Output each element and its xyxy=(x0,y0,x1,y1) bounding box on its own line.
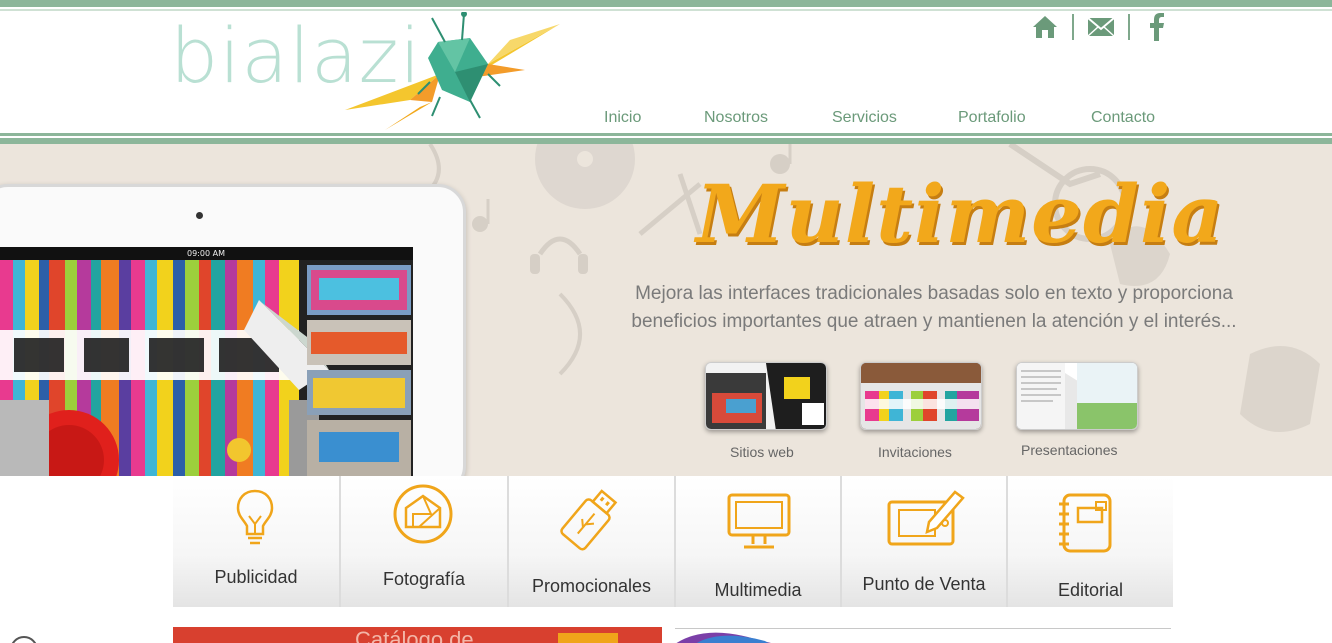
thumb-label-sitios-web[interactable]: Sitios web xyxy=(730,444,794,460)
icon-separator xyxy=(1128,14,1130,40)
hero-description: Mejora las interfaces tradicionales basa… xyxy=(596,280,1272,336)
nav-portafolio[interactable]: Portafolio xyxy=(958,109,1026,127)
service-label: Editorial xyxy=(1057,580,1124,600)
right-banner-graphic xyxy=(676,632,771,643)
nav-bar-line xyxy=(0,133,1332,136)
tablet-status-bar: 09:00 AM xyxy=(0,247,413,260)
service-label: Promocionales xyxy=(531,576,652,596)
home-icon[interactable] xyxy=(1030,12,1060,42)
service-publicidad[interactable]: Publicidad xyxy=(173,476,341,607)
tablet-screen: 09:00 AM xyxy=(0,247,413,476)
catalog-banner[interactable]: Catálogo de xyxy=(173,627,662,643)
page: bialazi Inicio Nosotros Servicios Portaf… xyxy=(0,0,1332,643)
hero-description-line-1: Mejora las interfaces tradicionales basa… xyxy=(635,283,1233,304)
notebook-icon xyxy=(1059,493,1112,553)
hero-description-line-2: beneficios importantes que atraen y mant… xyxy=(631,311,1237,332)
nav-servicios[interactable]: Servicios xyxy=(832,109,897,127)
camera-aperture-icon xyxy=(393,484,453,544)
service-multimedia[interactable]: Multimedia xyxy=(676,476,842,607)
hero-title: Multimedia xyxy=(696,167,1225,261)
presentaciones-thumbnail xyxy=(1017,363,1137,429)
beetle-logo-icon xyxy=(345,12,560,130)
corner-widget[interactable] xyxy=(10,636,38,643)
services-bar: Publicidad Fotografía Promocionales Mult… xyxy=(173,476,1173,607)
thumb-presentaciones[interactable] xyxy=(1016,362,1138,430)
service-punto-de-venta[interactable]: Punto de Venta xyxy=(842,476,1008,607)
service-label: Punto de Venta xyxy=(862,574,986,594)
nav-nosotros[interactable]: Nosotros xyxy=(704,109,768,127)
tablet-pen-icon xyxy=(887,490,965,546)
catalog-banner-graphic xyxy=(558,633,618,643)
icon-separator xyxy=(1072,14,1074,40)
tablet-mockup: 09:00 AM xyxy=(0,184,466,476)
header-top-line xyxy=(0,0,1332,7)
nav-inicio[interactable]: Inicio xyxy=(604,109,641,127)
right-banner[interactable] xyxy=(675,628,1171,643)
invitaciones-thumbnail xyxy=(861,363,981,429)
service-editorial[interactable]: Editorial xyxy=(1008,476,1173,607)
facebook-icon[interactable] xyxy=(1142,12,1172,42)
hero-banner: 09:00 AM Multimedia Mejora las interface… xyxy=(0,144,1332,476)
tablet-camera xyxy=(196,212,203,219)
service-promocionales[interactable]: Promocionales xyxy=(509,476,676,607)
mail-icon[interactable] xyxy=(1086,12,1116,42)
thumb-label-presentaciones[interactable]: Presentaciones xyxy=(1021,442,1118,458)
sitios-web-thumbnail xyxy=(706,363,826,429)
lightbulb-icon xyxy=(236,489,274,545)
service-label: Publicidad xyxy=(214,567,298,587)
nav-contacto[interactable]: Contacto xyxy=(1091,109,1155,127)
magazine-artwork xyxy=(0,260,411,476)
thumb-sitios-web[interactable] xyxy=(705,362,827,430)
usb-drive-icon xyxy=(560,489,618,551)
service-label: Fotografía xyxy=(382,569,466,589)
social-icons xyxy=(1030,12,1172,42)
thumb-invitaciones[interactable] xyxy=(860,362,982,430)
service-label: Multimedia xyxy=(714,580,802,600)
thumb-label-invitaciones[interactable]: Invitaciones xyxy=(878,444,952,460)
logo[interactable]: bialazi xyxy=(170,12,570,132)
service-fotografia[interactable]: Fotografía xyxy=(341,476,509,607)
monitor-icon xyxy=(727,493,791,549)
catalog-banner-text: Catálogo de xyxy=(355,627,474,643)
